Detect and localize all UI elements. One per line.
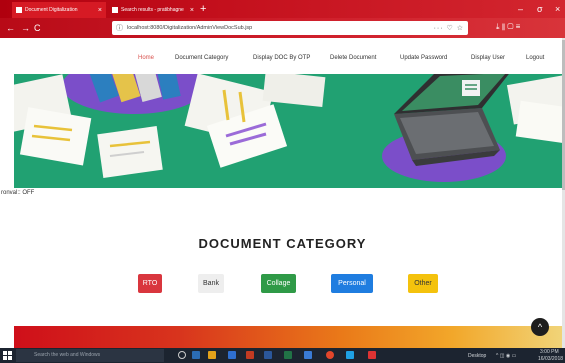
cortana-icon[interactable] xyxy=(178,351,186,359)
back-button[interactable]: ← xyxy=(6,22,15,34)
tab-title: Search results - pratibhagne xyxy=(121,7,184,13)
nav-update-password[interactable]: Update Password xyxy=(400,55,447,61)
reload-button[interactable]: C xyxy=(34,22,41,34)
clock-date[interactable]: 16/03/2018 xyxy=(538,356,563,362)
category-rto-button[interactable]: RTO xyxy=(138,274,162,293)
app-icon[interactable] xyxy=(304,351,312,359)
scroll-to-top-button[interactable]: ^ xyxy=(531,318,549,336)
category-other-button[interactable]: Other xyxy=(408,274,438,293)
close-tab-icon[interactable]: × xyxy=(98,7,102,14)
nav-delete-document[interactable]: Delete Document xyxy=(330,55,376,61)
hero-banner xyxy=(14,74,562,188)
category-personal-button[interactable]: Personal xyxy=(331,274,373,293)
edge-icon[interactable] xyxy=(228,351,236,359)
powerpoint-icon[interactable] xyxy=(246,351,254,359)
desktop-label[interactable]: Desktop xyxy=(468,353,486,359)
maximize-button[interactable]: σ xyxy=(537,3,543,15)
nav-display-doc-by-otp[interactable]: Display DOC By OTP xyxy=(253,55,310,61)
taskbar-search-box[interactable]: Search the web and Windows xyxy=(16,349,164,362)
firefox-icon[interactable] xyxy=(326,351,334,359)
os-taskbar: Search the web and Windows Desktop ^ ◫ ◉… xyxy=(0,348,565,363)
tab-title: Document Digitalization xyxy=(25,7,78,13)
site-header: Home Document Category Display DOC By OT… xyxy=(0,38,565,74)
excel-icon[interactable] xyxy=(284,351,292,359)
category-collage-button[interactable]: Collage xyxy=(261,274,296,293)
windows-start-icon[interactable] xyxy=(3,351,12,360)
close-tab-icon[interactable]: × xyxy=(190,7,194,14)
app3-icon[interactable] xyxy=(368,351,376,359)
nav-document-category[interactable]: Document Category xyxy=(175,55,228,61)
page-favicon-icon xyxy=(16,7,22,13)
address-bar[interactable]: ⓘ localhost:8080/Digitalization/AdminVie… xyxy=(112,21,468,35)
info-icon[interactable]: ⓘ xyxy=(116,23,123,33)
nav-home[interactable]: Home xyxy=(138,55,154,61)
toolbar-icons[interactable]: ⤓ ⫴ ▢ ≡ xyxy=(496,22,520,32)
interval-status: ronval:: OFF xyxy=(1,190,35,196)
browser-nav-bar: ← → C ⓘ localhost:8080/Digitalization/Ad… xyxy=(0,18,565,38)
page-actions[interactable]: ··· ♡ ☆ xyxy=(434,24,464,32)
nav-logout[interactable]: Logout xyxy=(526,55,544,61)
word-icon[interactable] xyxy=(264,351,272,359)
browser-tab-bar: Document Digitalization × Search results… xyxy=(0,0,565,18)
app2-icon[interactable] xyxy=(346,351,354,359)
minimize-button[interactable]: – xyxy=(518,3,523,15)
task-view-icon[interactable] xyxy=(192,351,200,359)
file-explorer-icon[interactable] xyxy=(208,351,216,359)
close-window-button[interactable]: × xyxy=(555,3,560,15)
section-title: DOCUMENT CATEGORY xyxy=(198,236,367,251)
tray-icons[interactable]: ^ ◫ ◉ ▭ xyxy=(496,353,516,359)
hero-illustration xyxy=(14,74,562,188)
clock-time[interactable]: 3:00 PM xyxy=(540,349,559,355)
browser-tab[interactable]: Search results - pratibhagne × xyxy=(108,2,198,18)
nav-display-user[interactable]: Display User xyxy=(471,55,505,61)
forward-button[interactable]: → xyxy=(21,22,30,34)
category-bank-button[interactable]: Bank xyxy=(198,274,224,293)
new-tab-button[interactable]: + xyxy=(200,2,206,16)
search-favicon-icon xyxy=(112,7,118,13)
browser-tab-active[interactable]: Document Digitalization × xyxy=(12,2,106,18)
url-text: localhost:8080/Digitalization/AdminViewD… xyxy=(127,25,253,31)
footer-gradient-band xyxy=(14,326,562,348)
